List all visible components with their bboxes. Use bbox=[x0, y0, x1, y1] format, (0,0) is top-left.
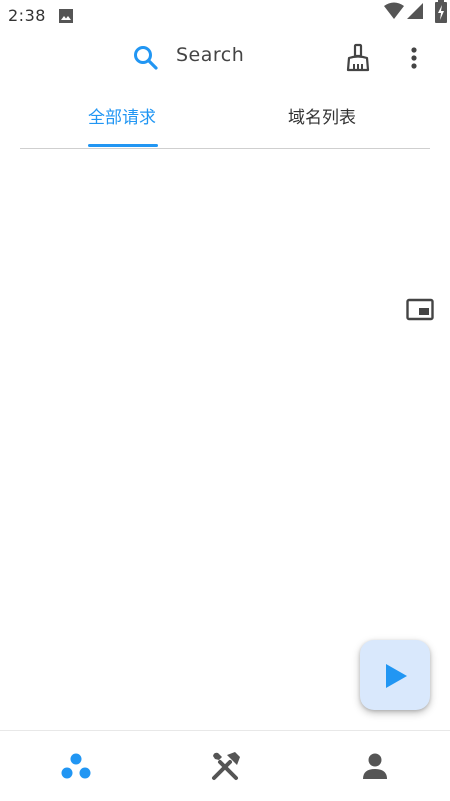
start-capture-button[interactable] bbox=[360, 640, 430, 710]
tab-indicator bbox=[88, 144, 158, 147]
tab-bar: 全部请求 域名列表 bbox=[20, 92, 430, 149]
signal-icon bbox=[407, 3, 423, 19]
person-icon[interactable] bbox=[355, 747, 395, 787]
tab-all-requests[interactable]: 全部请求 bbox=[72, 92, 172, 146]
wifi-icon bbox=[384, 2, 404, 19]
network-dots-icon[interactable] bbox=[56, 747, 96, 787]
more-vert-icon[interactable] bbox=[402, 44, 426, 72]
status-time: 2:38 bbox=[8, 6, 46, 25]
status-bar: 2:38 bbox=[0, 0, 450, 32]
bottom-nav bbox=[0, 730, 450, 801]
picture-in-picture-icon[interactable] bbox=[406, 298, 434, 322]
tools-icon[interactable] bbox=[205, 747, 245, 787]
play-icon bbox=[386, 664, 407, 688]
search-icon[interactable] bbox=[132, 44, 160, 72]
search-input[interactable]: Search bbox=[176, 44, 244, 66]
battery-charging-icon bbox=[435, 0, 447, 23]
app-bar: Search bbox=[0, 32, 450, 84]
gallery-icon bbox=[59, 9, 73, 23]
tab-domain-list[interactable]: 域名列表 bbox=[272, 92, 372, 146]
broom-icon[interactable] bbox=[342, 42, 374, 74]
